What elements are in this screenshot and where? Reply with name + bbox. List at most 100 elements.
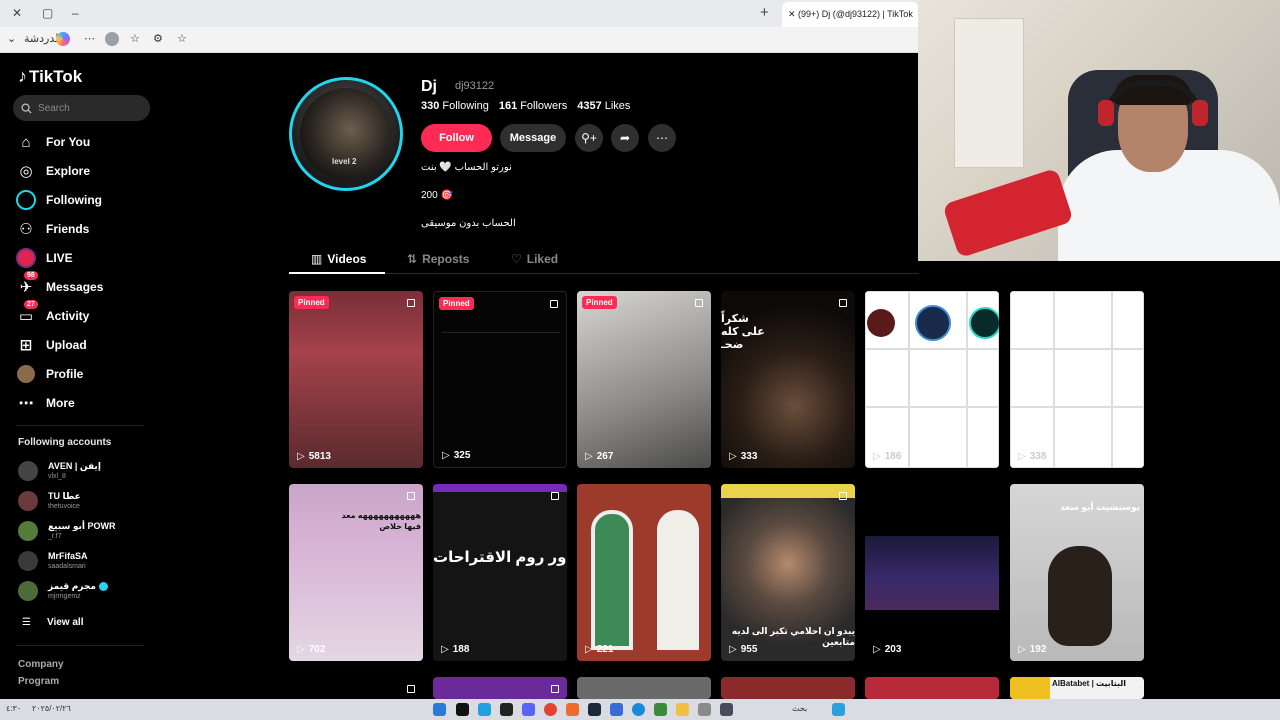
footer-program-link[interactable]: Program xyxy=(18,676,59,687)
controller-sleeve xyxy=(942,167,1074,259)
video-card[interactable]: يبدو ان احلامي تكبر الى لديه متابعين ▷ 95… xyxy=(721,484,855,661)
view-all-button[interactable]: ☰ View all xyxy=(22,617,83,628)
nav-explore[interactable]: ◎ Explore xyxy=(16,160,90,182)
nav-for-you[interactable]: ⌂ For You xyxy=(16,131,90,153)
bookmark-star-icon[interactable]: ☆ xyxy=(177,32,187,45)
taskbar-app-icon[interactable] xyxy=(500,703,513,716)
views-value: 333 xyxy=(740,451,758,462)
video-card[interactable]: هههههههههههه معد فيها خلاص ▷ 702 xyxy=(289,484,423,661)
taskbar-search[interactable]: بحث xyxy=(792,704,807,713)
tab-liked[interactable]: ♡ Liked xyxy=(511,252,558,266)
avatar xyxy=(18,581,38,601)
add-friend-button[interactable]: ⚲+ xyxy=(575,124,603,152)
tab-title: (99+) Dj (@dj93122) | TikTok xyxy=(798,9,913,19)
play-icon: ▷ xyxy=(729,644,737,655)
taskbar-app-icon[interactable] xyxy=(433,703,446,716)
grid-tile xyxy=(967,349,999,407)
nav-live[interactable]: LIVE xyxy=(16,247,73,269)
more-options-button[interactable]: ⋯ xyxy=(648,124,676,152)
group-photo xyxy=(865,536,999,610)
video-card[interactable]: ▷ 203 xyxy=(865,484,999,661)
taskbar-app-icon[interactable] xyxy=(566,703,579,716)
minimize-icon[interactable]: – xyxy=(72,6,79,20)
windows-start-icon[interactable] xyxy=(832,703,845,716)
view-count: ▷ 188 xyxy=(441,644,469,655)
activity-badge: 27 xyxy=(24,300,38,309)
tab-reposts[interactable]: ⇅ Reposts xyxy=(407,252,469,266)
pinned-badge: Pinned xyxy=(439,297,474,310)
edge-icon[interactable] xyxy=(632,703,645,716)
nav-activity[interactable]: ▭ 27 Activity xyxy=(16,300,89,327)
video-card[interactable] xyxy=(289,677,423,699)
account-item[interactable]: أبو سبيع POWR _r.f7 xyxy=(18,521,115,541)
following-stat[interactable]: 330 Following xyxy=(421,100,489,112)
grid-tile xyxy=(1010,349,1054,407)
footer-company-link[interactable]: Company xyxy=(18,659,64,670)
views-value: 203 xyxy=(884,644,902,655)
file-explorer-icon[interactable] xyxy=(676,703,689,716)
nav-profile[interactable]: Profile xyxy=(16,363,83,385)
nav-friends[interactable]: ⚇ Friends xyxy=(16,218,89,240)
close-window-icon[interactable]: ✕ xyxy=(12,6,22,20)
discord-icon[interactable] xyxy=(522,703,535,716)
play-icon: ▷ xyxy=(1018,644,1026,655)
account-item[interactable]: TU عطا thetuvoice xyxy=(18,491,81,511)
tab-close-icon[interactable]: ✕ xyxy=(788,9,798,19)
followers-stat[interactable]: 161 Followers xyxy=(499,100,567,112)
video-card[interactable]: Pinned ▷ 5813 xyxy=(289,291,423,468)
more-options-icon[interactable]: ⋯ xyxy=(84,32,95,45)
browser-tab-tiktok[interactable]: ✕ (99+) Dj (@dj93122) | TikTok xyxy=(782,2,918,27)
extensions-icon[interactable]: ⚙ xyxy=(153,32,163,45)
video-card[interactable]: ▷ 338 xyxy=(1010,291,1144,468)
nav-following[interactable]: Following xyxy=(16,189,102,211)
taskbar-app-icon[interactable] xyxy=(654,703,667,716)
share-button[interactable]: ➦ xyxy=(611,124,639,152)
copilot-icon[interactable] xyxy=(56,32,70,46)
account-name: مجرم قيمز xyxy=(48,581,96,591)
steam-icon[interactable] xyxy=(588,703,601,716)
taskbar-app-icon[interactable] xyxy=(720,703,733,716)
new-tab-button[interactable]: + xyxy=(760,4,769,21)
maximize-icon[interactable]: ▢ xyxy=(42,6,53,20)
nav-messages[interactable]: ✈ 98 Messages xyxy=(16,271,104,298)
messages-icon: ✈ 98 xyxy=(16,271,38,297)
account-name: TU عطا xyxy=(48,491,81,501)
profile-avatar[interactable]: level 2 xyxy=(289,77,403,191)
nav-upload[interactable]: ⊞ Upload xyxy=(16,334,87,356)
tab-label: Liked xyxy=(526,252,559,266)
video-overlay-text: AlBatabet | البتابيت xyxy=(1052,679,1127,688)
tab-videos[interactable]: ▥ Videos xyxy=(311,252,366,266)
nav-more[interactable]: ⋯ More xyxy=(16,392,75,414)
video-card[interactable]: Pinned ▷ 267 xyxy=(577,291,711,468)
taskbar-app-icon[interactable] xyxy=(478,703,491,716)
tiktok-app-icon[interactable] xyxy=(456,703,469,716)
video-card[interactable] xyxy=(721,677,855,699)
video-card[interactable]: بوستشيت أبو سعد ▷ 192 xyxy=(1010,484,1144,661)
video-card[interactable] xyxy=(577,677,711,699)
video-card[interactable]: AlBatabet | البتابيت xyxy=(1010,677,1144,699)
video-card[interactable]: Pinned ▷ 325 xyxy=(433,291,567,468)
chrome-icon[interactable] xyxy=(544,703,557,716)
nav-label: Messages xyxy=(46,280,104,294)
video-card[interactable]: ور روم الاقتراحات ▷ 188 xyxy=(433,484,567,661)
nav-label: More xyxy=(46,396,75,410)
chevron-down-icon[interactable]: ⌄ xyxy=(7,32,16,45)
taskbar-app-icon[interactable] xyxy=(698,703,711,716)
taskbar-app-icon[interactable] xyxy=(610,703,623,716)
team-logo-icon xyxy=(915,305,951,341)
browser-profile-avatar[interactable] xyxy=(105,32,119,46)
video-card[interactable]: ▷ 221 xyxy=(577,484,711,661)
search-input[interactable]: Search xyxy=(13,95,150,121)
video-card[interactable]: شكراً على كله ضحـ ▷ 333 xyxy=(721,291,855,468)
video-card[interactable]: ▷ 186 xyxy=(865,291,999,468)
follow-button[interactable]: Follow xyxy=(421,124,492,152)
video-card[interactable] xyxy=(433,677,567,699)
video-card[interactable] xyxy=(865,677,999,699)
multi-video-icon xyxy=(407,685,415,693)
tiktok-logo[interactable]: ♪ TikTok xyxy=(18,66,82,87)
favorites-icon[interactable]: ☆ xyxy=(130,32,140,45)
account-item[interactable]: مجرم قيمز mjrmgemz xyxy=(18,581,108,601)
message-button[interactable]: Message xyxy=(500,124,566,152)
account-item[interactable]: MrFifaSA saadalsmari xyxy=(18,551,88,571)
account-item[interactable]: AVEN | إيفن vlxl_8 xyxy=(18,461,101,481)
